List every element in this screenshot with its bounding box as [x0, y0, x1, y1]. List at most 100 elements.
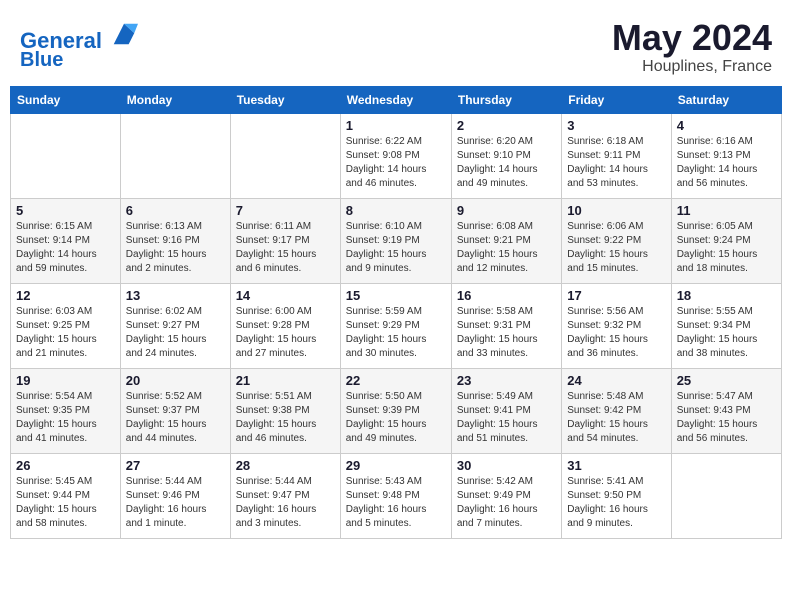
calendar-day-cell: 29 Sunrise: 5:43 AM Sunset: 9:48 PM Dayli…	[340, 454, 451, 539]
calendar-day-cell: 24 Sunrise: 5:48 AM Sunset: 9:42 PM Dayli…	[562, 369, 671, 454]
calendar-table: SundayMondayTuesdayWednesdayThursdayFrid…	[10, 86, 782, 539]
day-number: 22	[346, 373, 446, 388]
title-area: May 2024 Houplines, France	[612, 20, 772, 76]
day-info: Sunrise: 6:00 AM Sunset: 9:28 PM Dayligh…	[236, 305, 335, 361]
day-number: 4	[677, 118, 776, 133]
day-info: Sunrise: 5:48 AM Sunset: 9:42 PM Dayligh…	[567, 390, 665, 446]
calendar-day-cell: 1 Sunrise: 6:22 AM Sunset: 9:08 PM Daylig…	[340, 114, 451, 199]
day-info: Sunrise: 6:08 AM Sunset: 9:21 PM Dayligh…	[457, 220, 556, 276]
day-info: Sunrise: 6:15 AM Sunset: 9:14 PM Dayligh…	[16, 220, 115, 276]
weekday-header-cell: Monday	[120, 87, 230, 114]
day-number: 27	[126, 458, 225, 473]
day-number: 24	[567, 373, 665, 388]
day-number: 6	[126, 203, 225, 218]
day-number: 2	[457, 118, 556, 133]
day-number: 19	[16, 373, 115, 388]
calendar-week-row: 1 Sunrise: 6:22 AM Sunset: 9:08 PM Daylig…	[11, 114, 782, 199]
weekday-header-cell: Tuesday	[230, 87, 340, 114]
calendar-day-cell: 15Sunrise: 5:59 AM Sunset: 9:29 PM Dayli…	[340, 284, 451, 369]
calendar-day-cell: 26 Sunrise: 5:45 AM Sunset: 9:44 PM Dayli…	[11, 454, 121, 539]
day-info: Sunrise: 5:42 AM Sunset: 9:49 PM Dayligh…	[457, 475, 556, 531]
day-info: Sunrise: 6:20 AM Sunset: 9:10 PM Dayligh…	[457, 135, 556, 191]
calendar-day-cell: 23 Sunrise: 5:49 AM Sunset: 9:41 PM Dayli…	[451, 369, 561, 454]
calendar-day-cell	[230, 114, 340, 199]
day-info: Sunrise: 5:54 AM Sunset: 9:35 PM Dayligh…	[16, 390, 115, 446]
calendar-day-cell: 19 Sunrise: 5:54 AM Sunset: 9:35 PM Dayli…	[11, 369, 121, 454]
calendar-day-cell: 27Sunrise: 5:44 AM Sunset: 9:46 PM Dayli…	[120, 454, 230, 539]
calendar-day-cell: 2 Sunrise: 6:20 AM Sunset: 9:10 PM Daylig…	[451, 114, 561, 199]
weekday-header-cell: Friday	[562, 87, 671, 114]
day-info: Sunrise: 5:47 AM Sunset: 9:43 PM Dayligh…	[677, 390, 776, 446]
calendar-day-cell: 17Sunrise: 5:56 AM Sunset: 9:32 PM Dayli…	[562, 284, 671, 369]
weekday-header-cell: Sunday	[11, 87, 121, 114]
day-number: 20	[126, 373, 225, 388]
day-number: 14	[236, 288, 335, 303]
calendar-day-cell: 16Sunrise: 5:58 AM Sunset: 9:31 PM Dayli…	[451, 284, 561, 369]
calendar-day-cell: 10 Sunrise: 6:06 AM Sunset: 9:22 PM Dayli…	[562, 199, 671, 284]
calendar-day-cell: 20 Sunrise: 5:52 AM Sunset: 9:37 PM Dayli…	[120, 369, 230, 454]
day-number: 16	[457, 288, 556, 303]
day-number: 7	[236, 203, 335, 218]
day-number: 11	[677, 203, 776, 218]
day-info: Sunrise: 6:02 AM Sunset: 9:27 PM Dayligh…	[126, 305, 225, 361]
day-info: Sunrise: 5:56 AM Sunset: 9:32 PM Dayligh…	[567, 305, 665, 361]
day-info: Sunrise: 6:10 AM Sunset: 9:19 PM Dayligh…	[346, 220, 446, 276]
calendar-day-cell: 12 Sunrise: 6:03 AM Sunset: 9:25 PM Dayli…	[11, 284, 121, 369]
day-info: Sunrise: 6:22 AM Sunset: 9:08 PM Dayligh…	[346, 135, 446, 191]
day-number: 12	[16, 288, 115, 303]
logo-icon	[110, 20, 138, 48]
calendar-day-cell	[11, 114, 121, 199]
calendar-day-cell: 14 Sunrise: 6:00 AM Sunset: 9:28 PM Dayli…	[230, 284, 340, 369]
month-title: May 2024	[612, 20, 772, 56]
weekday-header-cell: Wednesday	[340, 87, 451, 114]
day-number: 31	[567, 458, 665, 473]
day-number: 3	[567, 118, 665, 133]
day-number: 9	[457, 203, 556, 218]
calendar-week-row: 19 Sunrise: 5:54 AM Sunset: 9:35 PM Dayli…	[11, 369, 782, 454]
calendar-day-cell: 13Sunrise: 6:02 AM Sunset: 9:27 PM Dayli…	[120, 284, 230, 369]
day-info: Sunrise: 6:03 AM Sunset: 9:25 PM Dayligh…	[16, 305, 115, 361]
calendar-day-cell: 4 Sunrise: 6:16 AM Sunset: 9:13 PM Daylig…	[671, 114, 781, 199]
day-info: Sunrise: 6:13 AM Sunset: 9:16 PM Dayligh…	[126, 220, 225, 276]
day-info: Sunrise: 5:45 AM Sunset: 9:44 PM Dayligh…	[16, 475, 115, 531]
weekday-header-cell: Saturday	[671, 87, 781, 114]
weekday-header-cell: Thursday	[451, 87, 561, 114]
calendar-day-cell: 25 Sunrise: 5:47 AM Sunset: 9:43 PM Dayli…	[671, 369, 781, 454]
calendar-day-cell: 18Sunrise: 5:55 AM Sunset: 9:34 PM Dayli…	[671, 284, 781, 369]
calendar-week-row: 26 Sunrise: 5:45 AM Sunset: 9:44 PM Dayli…	[11, 454, 782, 539]
day-info: Sunrise: 5:50 AM Sunset: 9:39 PM Dayligh…	[346, 390, 446, 446]
day-info: Sunrise: 6:11 AM Sunset: 9:17 PM Dayligh…	[236, 220, 335, 276]
day-info: Sunrise: 6:05 AM Sunset: 9:24 PM Dayligh…	[677, 220, 776, 276]
day-info: Sunrise: 5:43 AM Sunset: 9:48 PM Dayligh…	[346, 475, 446, 531]
calendar-day-cell: 11 Sunrise: 6:05 AM Sunset: 9:24 PM Dayli…	[671, 199, 781, 284]
calendar-day-cell: 7 Sunrise: 6:11 AM Sunset: 9:17 PM Daylig…	[230, 199, 340, 284]
day-info: Sunrise: 6:18 AM Sunset: 9:11 PM Dayligh…	[567, 135, 665, 191]
day-info: Sunrise: 5:52 AM Sunset: 9:37 PM Dayligh…	[126, 390, 225, 446]
logo: General Blue	[20, 20, 138, 71]
calendar-day-cell: 5 Sunrise: 6:15 AM Sunset: 9:14 PM Daylig…	[11, 199, 121, 284]
day-number: 25	[677, 373, 776, 388]
day-info: Sunrise: 5:59 AM Sunset: 9:29 PM Dayligh…	[346, 305, 446, 361]
day-number: 21	[236, 373, 335, 388]
calendar-day-cell: 22 Sunrise: 5:50 AM Sunset: 9:39 PM Dayli…	[340, 369, 451, 454]
day-info: Sunrise: 5:41 AM Sunset: 9:50 PM Dayligh…	[567, 475, 665, 531]
calendar-day-cell: 6 Sunrise: 6:13 AM Sunset: 9:16 PM Daylig…	[120, 199, 230, 284]
day-number: 1	[346, 118, 446, 133]
calendar-day-cell: 8 Sunrise: 6:10 AM Sunset: 9:19 PM Daylig…	[340, 199, 451, 284]
day-info: Sunrise: 6:06 AM Sunset: 9:22 PM Dayligh…	[567, 220, 665, 276]
day-number: 10	[567, 203, 665, 218]
calendar-day-cell	[671, 454, 781, 539]
day-number: 26	[16, 458, 115, 473]
day-info: Sunrise: 5:49 AM Sunset: 9:41 PM Dayligh…	[457, 390, 556, 446]
day-number: 29	[346, 458, 446, 473]
calendar-day-cell: 31 Sunrise: 5:41 AM Sunset: 9:50 PM Dayli…	[562, 454, 671, 539]
calendar-day-cell	[120, 114, 230, 199]
day-info: Sunrise: 5:51 AM Sunset: 9:38 PM Dayligh…	[236, 390, 335, 446]
day-number: 28	[236, 458, 335, 473]
day-info: Sunrise: 6:16 AM Sunset: 9:13 PM Dayligh…	[677, 135, 776, 191]
location-title: Houplines, France	[612, 58, 772, 76]
day-number: 5	[16, 203, 115, 218]
weekday-header-row: SundayMondayTuesdayWednesdayThursdayFrid…	[11, 87, 782, 114]
day-number: 23	[457, 373, 556, 388]
day-number: 8	[346, 203, 446, 218]
